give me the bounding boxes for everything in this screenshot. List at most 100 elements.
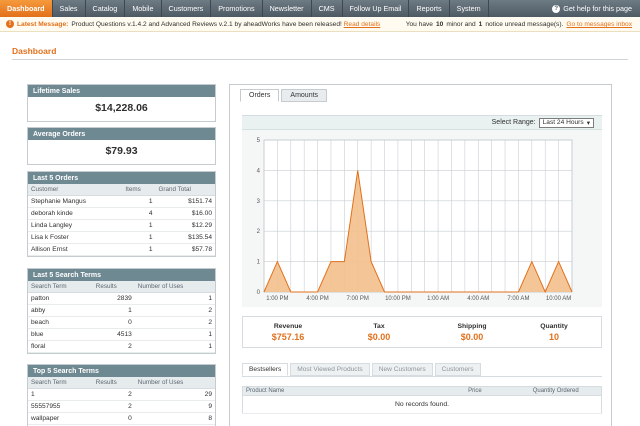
nav-system[interactable]: System: [450, 0, 489, 17]
term-cell: abby: [28, 304, 93, 317]
results-cell: 4513: [92, 328, 135, 342]
uses-cell: 2: [134, 316, 215, 330]
orders-chart: 0 1 2 3 4 5 1:00 PM 4:00 PM 7:00 PM 10:00 PM 1:00 …: [257, 138, 573, 302]
column-header: Product Name: [242, 386, 466, 396]
range-value: Last 24 Hours: [542, 119, 584, 126]
tab-amounts[interactable]: Amounts: [281, 89, 328, 102]
average-orders-title: Average Orders: [28, 128, 215, 140]
nav-customers[interactable]: Customers: [162, 0, 212, 17]
results-cell: 2: [92, 340, 135, 354]
read-details-link[interactable]: Read details: [344, 21, 381, 28]
total-cell: $57.78: [155, 243, 215, 257]
lifetime-sales-value: $14,228.06: [95, 102, 148, 114]
warning-icon: !: [6, 20, 14, 28]
page-title: Dashboard: [12, 46, 57, 56]
totals-row: Revenue $757.16 Tax $0.00 Shipping $0.00…: [242, 316, 602, 348]
tab-orders[interactable]: Orders: [240, 89, 280, 102]
message-label: Latest Message:: [17, 20, 69, 28]
total-value: $0.00: [367, 332, 391, 342]
results-cell: 2: [92, 388, 135, 401]
term-cell: wallpaper: [28, 412, 93, 426]
table-row[interactable]: floral 2 1: [28, 340, 215, 354]
x-tick-label: 7:00 PM: [347, 296, 369, 302]
column-header: Number of Uses: [134, 281, 215, 293]
x-tick-label: 1:00 AM: [427, 296, 449, 302]
lifetime-sales-box: Lifetime Sales $14,228.06: [27, 84, 216, 122]
total-label: Quantity: [540, 323, 568, 330]
tab-new-customers[interactable]: New Customers: [371, 363, 433, 376]
top-search-terms-box: Top 5 Search Terms Search Term Results N…: [27, 364, 216, 426]
items-cell: 1: [122, 195, 156, 208]
table-row[interactable]: 1 2 29: [28, 388, 215, 401]
uses-cell: 29: [134, 388, 215, 401]
customer-cell: Allison Ernst: [28, 243, 123, 257]
last-search-terms-title: Last 5 Search Terms: [28, 269, 215, 281]
term-cell: patton: [28, 292, 93, 305]
table-row[interactable]: Lisa k Foster 1 $135.54: [28, 231, 215, 245]
table-row[interactable]: Stephanie Mangus 1 $151.74: [28, 195, 215, 208]
total-cell: $16.00: [155, 207, 215, 220]
shipping-total: Shipping $0.00: [437, 323, 507, 342]
nav-sales[interactable]: Sales: [53, 0, 86, 17]
customer-cell: Lisa k Foster: [28, 231, 123, 245]
average-orders-value: $79.93: [105, 145, 138, 157]
uses-cell: 9: [134, 400, 215, 413]
nav-promotions[interactable]: Promotions: [211, 0, 263, 17]
column-header: Results: [92, 281, 135, 293]
table-row[interactable]: abby 1 2: [28, 304, 215, 317]
notice-count: 1: [478, 21, 483, 28]
x-tick-label: 1:00 PM: [266, 296, 288, 302]
items-cell: 4: [122, 207, 156, 220]
column-header: Results: [92, 377, 135, 389]
bestsellers-table: Product Name Price Quantity Ordered No r…: [242, 386, 602, 414]
table-row[interactable]: deborah kinde 4 $16.00: [28, 207, 215, 220]
table-row[interactable]: beach 0 2: [28, 316, 215, 330]
unread-suffix: notice unread message(s).: [485, 21, 564, 28]
nav-mobile[interactable]: Mobile: [125, 0, 162, 17]
total-cell: $151.74: [155, 195, 215, 208]
uses-cell: 1: [134, 292, 215, 305]
tab-customers[interactable]: Customers: [434, 363, 481, 376]
nav-cms[interactable]: CMS: [312, 0, 343, 17]
table-row[interactable]: patton 2839 1: [28, 292, 215, 305]
total-value: $0.00: [460, 332, 484, 342]
help-link[interactable]: ? Get help for this page: [552, 0, 632, 17]
total-cell: $12.29: [155, 219, 215, 233]
unread-prefix: You have: [405, 21, 433, 28]
last-orders-title: Last 5 Orders: [28, 172, 215, 184]
results-cell: 0: [92, 316, 135, 330]
last-orders-box: Last 5 Orders Customer Items Grand Total…: [27, 171, 216, 258]
tab-bestsellers[interactable]: Bestsellers: [242, 363, 289, 376]
table-row[interactable]: blue 4513 1: [28, 328, 215, 342]
term-cell: floral: [28, 340, 93, 354]
y-tick-label: 3: [257, 199, 261, 205]
y-tick-label: 0: [257, 290, 261, 296]
lifetime-sales-title: Lifetime Sales: [28, 85, 215, 97]
table-row[interactable]: 55557955 2 9: [28, 400, 215, 413]
items-cell: 1: [122, 231, 156, 245]
total-value: 10: [548, 332, 559, 342]
nav-catalog[interactable]: Catalog: [86, 0, 126, 17]
table-row[interactable]: wallpaper 0 8: [28, 412, 215, 426]
table-row[interactable]: Linda Langley 1 $12.29: [28, 219, 215, 233]
column-header: Search Term: [28, 281, 93, 293]
nav-newsletter[interactable]: Newsletter: [263, 0, 312, 17]
table-row[interactable]: Allison Ernst 1 $57.78: [28, 243, 215, 257]
nav-reports[interactable]: Reports: [409, 0, 450, 17]
column-header: Number of Uses: [134, 377, 215, 389]
nav-follow-up-email[interactable]: Follow Up Email: [343, 0, 410, 17]
y-tick-label: 1: [257, 260, 261, 266]
messages-inbox-link[interactable]: Go to messages inbox: [566, 21, 632, 28]
chart-tabs: Orders Amounts: [240, 89, 328, 102]
nav-dashboard[interactable]: Dashboard: [0, 0, 53, 17]
customer-cell: Stephanie Mangus: [28, 195, 123, 208]
results-cell: 2839: [92, 292, 135, 305]
total-value: $757.16: [271, 332, 305, 342]
total-label: Shipping: [457, 323, 487, 330]
customer-cell: deborah kinde: [28, 207, 123, 220]
range-select[interactable]: Last 24 Hours ▾: [538, 117, 594, 128]
column-header: Items: [122, 184, 156, 196]
tab-most-viewed-products[interactable]: Most Viewed Products: [290, 363, 370, 376]
tax-total: Tax $0.00: [344, 323, 414, 342]
total-label: Revenue: [273, 323, 303, 330]
